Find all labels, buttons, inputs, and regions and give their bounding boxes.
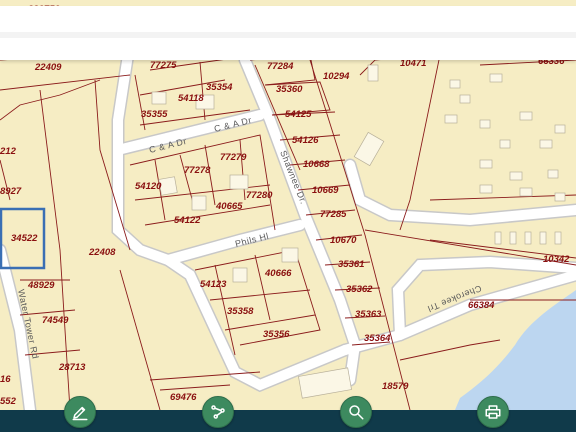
parcel-label: 77275 — [150, 60, 177, 71]
parcel-label: 16 — [0, 374, 11, 385]
parcel-label: 54123 — [200, 279, 227, 290]
parcel-label: 35361 — [338, 259, 364, 270]
parcel-label: 77285 — [320, 209, 347, 220]
print-icon — [485, 405, 501, 419]
parcel-label: 35355 — [141, 109, 168, 120]
header-bar — [0, 6, 576, 60]
parcel-label: 77284 — [267, 61, 294, 72]
parcel-label: 54122 — [174, 215, 201, 226]
parcel-label: 212 — [0, 146, 17, 157]
parcel-label: 552 — [0, 396, 17, 407]
parcel-label: 35358 — [227, 306, 254, 317]
parcel-label: 40666 — [264, 268, 292, 279]
parcel-label: 10668 — [303, 159, 330, 170]
parcel-label: 10294 — [323, 71, 350, 82]
map-canvas[interactable]: C & A Dr C & A Dr Shawnee Dr. Phils Hl C… — [0, 0, 576, 432]
parcel-label: 8927 — [0, 186, 22, 197]
parcel-label: 35354 — [206, 82, 233, 93]
measure-icon — [211, 405, 225, 419]
parcel-label: 54126 — [292, 135, 319, 146]
parcel-label: 77280 — [246, 190, 273, 201]
parcel-label: 18579 — [382, 381, 409, 392]
parcel-label: 54125 — [285, 109, 312, 120]
pencil-draw-icon — [72, 406, 88, 421]
search-map-button[interactable] — [340, 396, 372, 428]
parcel-label: 22408 — [88, 247, 116, 258]
parcel-label: 35363 — [355, 309, 382, 320]
parcel-label: 34522 — [11, 233, 38, 244]
parcel-label: 10669 — [312, 185, 339, 196]
draw-tool-button[interactable] — [64, 396, 96, 428]
print-button[interactable] — [477, 396, 509, 428]
parcel-label: 22409 — [34, 62, 62, 73]
parcel-label: 35356 — [263, 329, 290, 340]
parcel-label: 66384 — [468, 300, 495, 311]
parcel-label: 77279 — [220, 152, 247, 163]
parcel-label: 40665 — [215, 201, 243, 212]
measure-tool-button[interactable] — [202, 396, 234, 428]
parcel-label: 77278 — [184, 165, 211, 176]
parcel-label: 35360 — [276, 84, 303, 95]
parcel-label: 74549 — [42, 315, 69, 326]
parcel-label: 10342 — [543, 254, 570, 265]
search-map-icon — [349, 405, 364, 420]
header-divider — [0, 32, 576, 38]
parcel-label: 35364 — [364, 333, 391, 344]
parcel-label: 10670 — [330, 235, 357, 246]
parcel-label: 48929 — [27, 280, 55, 291]
parcel-label: 54120 — [135, 181, 162, 192]
parcel-label: 54118 — [178, 93, 204, 104]
parcel-label: 35362 — [346, 284, 373, 295]
parcel-label: 28713 — [58, 362, 86, 373]
parcel-label: 69476 — [170, 392, 197, 403]
